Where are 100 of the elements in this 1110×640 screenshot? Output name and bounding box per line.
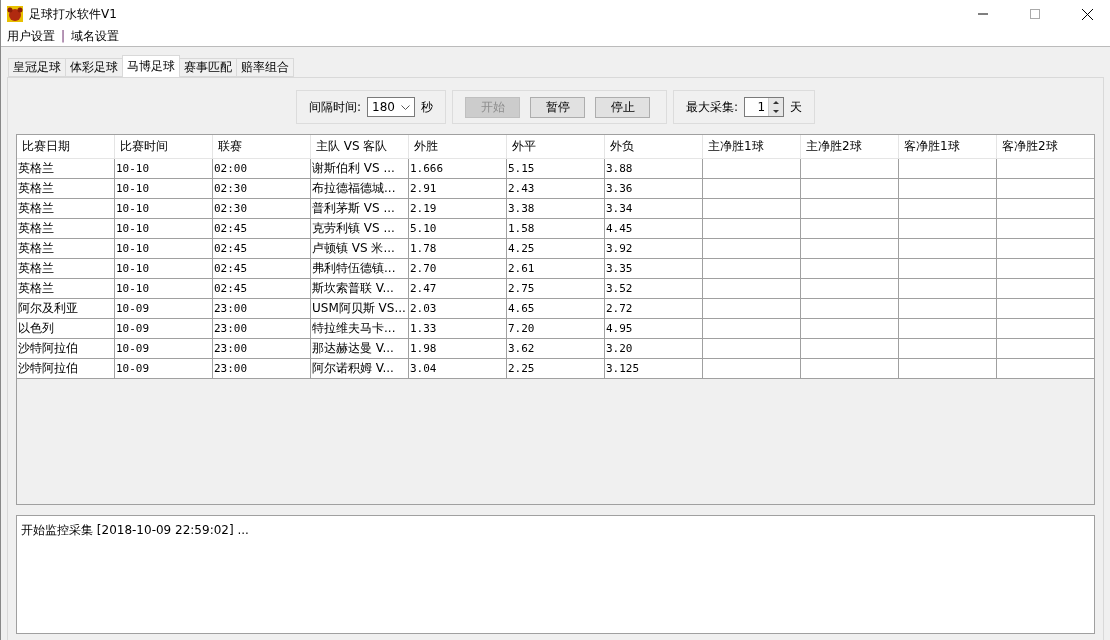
table-cell: 2.03 [409,299,507,319]
table-cell: 3.125 [605,359,703,379]
column-header[interactable]: 比赛日期 [17,135,115,159]
table-cell: 2.75 [507,279,605,299]
table-cell: 3.52 [605,279,703,299]
table-cell: 2.91 [409,179,507,199]
table-cell: 克劳利镇 VS ... [311,219,409,239]
spin-down-icon[interactable] [769,107,784,116]
table-cell: 3.34 [605,199,703,219]
table-cell: 谢斯伯利 VS ... [311,159,409,179]
table-cell: 23:00 [213,299,311,319]
app-logo-icon [7,6,23,22]
spin-up-icon[interactable] [769,98,784,107]
tab[interactable]: 马博足球 [122,55,180,77]
table-cell: 弗利特伍德镇... [311,259,409,279]
table-cell: 2.25 [507,359,605,379]
table-cell: 23:00 [213,359,311,379]
column-header[interactable]: 客净胜2球 [997,135,1094,159]
table-cell: 布拉德福德城... [311,179,409,199]
table-cell: 英格兰 [17,159,115,179]
table-cell: 3.38 [507,199,605,219]
table-cell: 4.65 [507,299,605,319]
table-cell: 2.72 [605,299,703,319]
table-cell: 2.70 [409,259,507,279]
table-cell: 1.78 [409,239,507,259]
table-cell: 沙特阿拉伯 [17,339,115,359]
tab[interactable]: 赔率组合 [236,58,294,77]
maximize-icon [1030,9,1040,19]
table-cell: 4.45 [605,219,703,239]
table-cell: 4.25 [507,239,605,259]
column-header[interactable]: 主净胜1球 [703,135,801,159]
table-cell: 10-10 [115,279,213,299]
menu-separator: | [61,29,66,43]
menu-item[interactable]: 用户设置 [7,27,55,45]
table-cell: 英格兰 [17,279,115,299]
table-cell: 5.10 [409,219,507,239]
table-cell: 02:45 [213,259,311,279]
action-button[interactable]: 暂停 [530,96,585,118]
max-collect-label: 最大采集: [686,98,739,116]
column-header[interactable]: 外平 [507,135,605,159]
table-cell: 3.04 [409,359,507,379]
table-cell: 1.666 [409,159,507,179]
close-icon [1081,8,1093,20]
table-cell: 02:45 [213,279,311,299]
table-cell: 02:30 [213,199,311,219]
table-cell: 英格兰 [17,239,115,259]
table-cell: 10-09 [115,359,213,379]
unit-label: 秒 [421,98,433,116]
table-cell: 2.19 [409,199,507,219]
chevron-down-icon [401,104,410,110]
interval-dropdown[interactable]: 180 [367,97,415,117]
table-cell: 02:45 [213,239,311,259]
table-cell: 3.36 [605,179,703,199]
table-cell: 那达赫达曼 V... [311,339,409,359]
column-header[interactable]: 外胜 [409,135,507,159]
table-cell: 10-10 [115,159,213,179]
table-cell: 23:00 [213,339,311,359]
column-header[interactable]: 客净胜1球 [899,135,997,159]
menu-item[interactable]: 域名设置 [71,27,120,45]
tab[interactable]: 皇冠足球 [8,58,66,77]
table-cell: 10-10 [115,259,213,279]
table-cell: 5.15 [507,159,605,179]
table-cell: 10-09 [115,339,213,359]
table-cell: 特拉维夫马卡... [311,319,409,339]
table-cell: 02:45 [213,219,311,239]
days-spinbox[interactable]: 1 [744,97,785,117]
table-cell: 3.92 [605,239,703,259]
tab[interactable]: 体彩足球 [65,58,123,77]
column-header[interactable]: 联赛 [213,135,311,159]
table-cell: 英格兰 [17,219,115,239]
table-cell: 沙特阿拉伯 [17,359,115,379]
table-cell: 10-10 [115,199,213,219]
table-cell: 4.95 [605,319,703,339]
table-cell: 7.20 [507,319,605,339]
table-cell: 普利茅斯 VS ... [311,199,409,219]
table-cell: 2.47 [409,279,507,299]
table-cell: 10-09 [115,299,213,319]
tab[interactable]: 赛事匹配 [179,58,237,77]
table-cell: 以色列 [17,319,115,339]
column-header[interactable]: 外负 [605,135,703,159]
table-cell: 1.33 [409,319,507,339]
log-line: 开始监控采集 [2018-10-09 22:59:02] ... [21,522,250,539]
table-cell: 23:00 [213,319,311,339]
table-cell: 3.20 [605,339,703,359]
table-cell: 02:30 [213,179,311,199]
action-button[interactable]: 停止 [595,96,650,118]
table-cell: 10-10 [115,239,213,259]
table-cell: 卢顿镇 VS 米... [311,239,409,259]
table-cell: 10-09 [115,319,213,339]
interval-label: 间隔时间: [308,98,361,116]
table-cell: 2.61 [507,259,605,279]
table-cell: 英格兰 [17,199,115,219]
table-cell: 10-10 [115,219,213,239]
column-header[interactable]: 主净胜2球 [801,135,899,159]
window-title: 足球打水软件V1 [29,5,118,23]
table-cell: 3.35 [605,259,703,279]
table-cell: 10-10 [115,179,213,199]
column-header[interactable]: 主队 VS 客队 [311,135,409,159]
table-cell: USM阿贝斯 VS... [311,299,409,319]
column-header[interactable]: 比赛时间 [115,135,213,159]
